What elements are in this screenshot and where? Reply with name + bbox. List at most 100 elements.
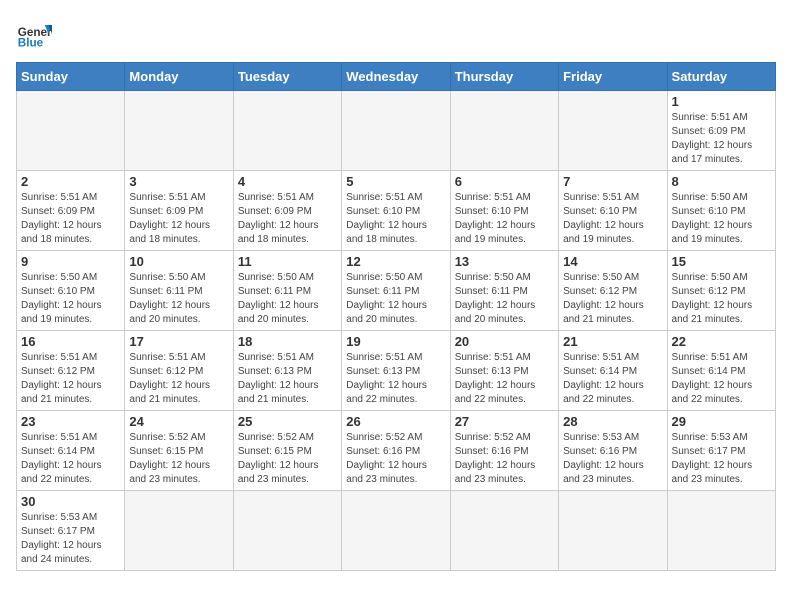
day-number: 9 <box>21 254 120 269</box>
calendar-day-cell: 20Sunrise: 5:51 AM Sunset: 6:13 PM Dayli… <box>450 331 558 411</box>
calendar-day-cell <box>233 491 341 571</box>
calendar-day-header: Wednesday <box>342 63 450 91</box>
calendar-week-row: 30Sunrise: 5:53 AM Sunset: 6:17 PM Dayli… <box>17 491 776 571</box>
calendar-day-cell: 24 Sunrise: 5:52 AM Sunset: 6:15 PM Dayli… <box>125 411 233 491</box>
day-number: 27 <box>455 414 554 429</box>
day-number: 14 <box>563 254 662 269</box>
calendar-day-cell: 22Sunrise: 5:51 AM Sunset: 6:14 PM Dayli… <box>667 331 775 411</box>
day-number: 2 <box>21 174 120 189</box>
day-number: 21 <box>563 334 662 349</box>
calendar-day-cell: 2 Sunrise: 5:51 AM Sunset: 6:09 PM Daylig… <box>17 171 125 251</box>
calendar-day-cell <box>450 91 558 171</box>
day-info: Sunrise: 5:51 AM Sunset: 6:12 PM Dayligh… <box>129 351 228 407</box>
calendar-day-cell: 16Sunrise: 5:51 AM Sunset: 6:12 PM Dayli… <box>17 331 125 411</box>
day-number: 29 <box>672 414 771 429</box>
calendar-day-cell: 6 Sunrise: 5:51 AM Sunset: 6:10 PM Daylig… <box>450 171 558 251</box>
day-info: Sunrise: 5:51 AM Sunset: 6:09 PM Dayligh… <box>238 191 337 247</box>
day-info: Sunrise: 5:52 AM Sunset: 6:16 PM Dayligh… <box>346 431 445 487</box>
calendar-day-cell: 9 Sunrise: 5:50 AM Sunset: 6:10 PM Daylig… <box>17 251 125 331</box>
logo: General Blue <box>16 16 52 52</box>
calendar-day-cell: 15Sunrise: 5:50 AM Sunset: 6:12 PM Dayli… <box>667 251 775 331</box>
day-info: Sunrise: 5:50 AM Sunset: 6:11 PM Dayligh… <box>238 271 337 327</box>
calendar-day-cell: 19 Sunrise: 5:51 AM Sunset: 6:13 PM Dayli… <box>342 331 450 411</box>
day-number: 6 <box>455 174 554 189</box>
calendar-day-cell <box>450 491 558 571</box>
calendar-day-cell <box>342 91 450 171</box>
calendar-day-cell: 1Sunrise: 5:51 AM Sunset: 6:09 PM Daylig… <box>667 91 775 171</box>
header: General Blue <box>16 16 776 52</box>
calendar-day-cell: 10 Sunrise: 5:50 AM Sunset: 6:11 PM Dayli… <box>125 251 233 331</box>
calendar-day-cell: 17 Sunrise: 5:51 AM Sunset: 6:12 PM Dayli… <box>125 331 233 411</box>
day-info: Sunrise: 5:51 AM Sunset: 6:10 PM Dayligh… <box>455 191 554 247</box>
day-number: 4 <box>238 174 337 189</box>
day-number: 12 <box>346 254 445 269</box>
calendar-day-header: Monday <box>125 63 233 91</box>
calendar-day-cell: 11 Sunrise: 5:50 AM Sunset: 6:11 PM Dayli… <box>233 251 341 331</box>
calendar-day-cell <box>559 91 667 171</box>
day-info: Sunrise: 5:51 AM Sunset: 6:13 PM Dayligh… <box>238 351 337 407</box>
calendar-day-cell: 21 Sunrise: 5:51 AM Sunset: 6:14 PM Dayli… <box>559 331 667 411</box>
day-info: Sunrise: 5:51 AM Sunset: 6:14 PM Dayligh… <box>672 351 771 407</box>
day-number: 24 <box>129 414 228 429</box>
day-info: Sunrise: 5:53 AM Sunset: 6:17 PM Dayligh… <box>672 431 771 487</box>
svg-text:Blue: Blue <box>18 37 44 50</box>
calendar-day-header: Sunday <box>17 63 125 91</box>
day-number: 10 <box>129 254 228 269</box>
calendar-day-header: Tuesday <box>233 63 341 91</box>
day-number: 23 <box>21 414 120 429</box>
calendar-day-cell <box>667 491 775 571</box>
calendar-week-row: 9 Sunrise: 5:50 AM Sunset: 6:10 PM Daylig… <box>17 251 776 331</box>
day-number: 7 <box>563 174 662 189</box>
day-number: 1 <box>672 94 771 109</box>
day-info: Sunrise: 5:50 AM Sunset: 6:11 PM Dayligh… <box>346 271 445 327</box>
calendar-day-cell: 3 Sunrise: 5:51 AM Sunset: 6:09 PM Daylig… <box>125 171 233 251</box>
calendar-day-cell: 5 Sunrise: 5:51 AM Sunset: 6:10 PM Daylig… <box>342 171 450 251</box>
calendar-day-cell: 4 Sunrise: 5:51 AM Sunset: 6:09 PM Daylig… <box>233 171 341 251</box>
day-info: Sunrise: 5:50 AM Sunset: 6:10 PM Dayligh… <box>21 271 120 327</box>
day-info: Sunrise: 5:50 AM Sunset: 6:11 PM Dayligh… <box>455 271 554 327</box>
calendar-header-row: SundayMondayTuesdayWednesdayThursdayFrid… <box>17 63 776 91</box>
day-info: Sunrise: 5:50 AM Sunset: 6:11 PM Dayligh… <box>129 271 228 327</box>
calendar-day-cell: 28Sunrise: 5:53 AM Sunset: 6:16 PM Dayli… <box>559 411 667 491</box>
day-info: Sunrise: 5:51 AM Sunset: 6:09 PM Dayligh… <box>21 191 120 247</box>
calendar-day-cell: 12 Sunrise: 5:50 AM Sunset: 6:11 PM Dayli… <box>342 251 450 331</box>
calendar-day-cell: 8Sunrise: 5:50 AM Sunset: 6:10 PM Daylig… <box>667 171 775 251</box>
calendar-day-cell: 23Sunrise: 5:51 AM Sunset: 6:14 PM Dayli… <box>17 411 125 491</box>
day-info: Sunrise: 5:51 AM Sunset: 6:14 PM Dayligh… <box>563 351 662 407</box>
day-number: 11 <box>238 254 337 269</box>
day-info: Sunrise: 5:50 AM Sunset: 6:12 PM Dayligh… <box>672 271 771 327</box>
calendar-day-cell: 30Sunrise: 5:53 AM Sunset: 6:17 PM Dayli… <box>17 491 125 571</box>
day-info: Sunrise: 5:50 AM Sunset: 6:12 PM Dayligh… <box>563 271 662 327</box>
calendar-day-header: Saturday <box>667 63 775 91</box>
calendar-week-row: 1Sunrise: 5:51 AM Sunset: 6:09 PM Daylig… <box>17 91 776 171</box>
calendar-day-cell <box>342 491 450 571</box>
day-info: Sunrise: 5:51 AM Sunset: 6:13 PM Dayligh… <box>346 351 445 407</box>
day-number: 17 <box>129 334 228 349</box>
day-number: 5 <box>346 174 445 189</box>
calendar-day-cell: 25Sunrise: 5:52 AM Sunset: 6:15 PM Dayli… <box>233 411 341 491</box>
calendar-table: SundayMondayTuesdayWednesdayThursdayFrid… <box>16 62 776 571</box>
calendar-day-cell: 7 Sunrise: 5:51 AM Sunset: 6:10 PM Daylig… <box>559 171 667 251</box>
day-number: 16 <box>21 334 120 349</box>
day-info: Sunrise: 5:51 AM Sunset: 6:10 PM Dayligh… <box>346 191 445 247</box>
calendar-day-cell: 26 Sunrise: 5:52 AM Sunset: 6:16 PM Dayli… <box>342 411 450 491</box>
day-info: Sunrise: 5:52 AM Sunset: 6:16 PM Dayligh… <box>455 431 554 487</box>
day-number: 26 <box>346 414 445 429</box>
calendar-day-cell: 27 Sunrise: 5:52 AM Sunset: 6:16 PM Dayli… <box>450 411 558 491</box>
calendar-week-row: 2 Sunrise: 5:51 AM Sunset: 6:09 PM Daylig… <box>17 171 776 251</box>
calendar-day-cell <box>559 491 667 571</box>
calendar-week-row: 16 Sunrise: 5:51 AM Sunset: 6:12 PM Dayli… <box>17 331 776 411</box>
day-info: Sunrise: 5:52 AM Sunset: 6:15 PM Dayligh… <box>129 431 228 487</box>
day-info: Sunrise: 5:51 AM Sunset: 6:10 PM Dayligh… <box>563 191 662 247</box>
day-number: 3 <box>129 174 228 189</box>
day-number: 18 <box>238 334 337 349</box>
calendar-week-row: 23Sunrise: 5:51 AM Sunset: 6:14 PM Dayli… <box>17 411 776 491</box>
day-number: 30 <box>21 494 120 509</box>
day-number: 13 <box>455 254 554 269</box>
day-info: Sunrise: 5:50 AM Sunset: 6:10 PM Dayligh… <box>672 191 771 247</box>
day-number: 25 <box>238 414 337 429</box>
day-info: Sunrise: 5:51 AM Sunset: 6:13 PM Dayligh… <box>455 351 554 407</box>
day-number: 19 <box>346 334 445 349</box>
day-info: Sunrise: 5:51 AM Sunset: 6:09 PM Dayligh… <box>129 191 228 247</box>
calendar-day-header: Thursday <box>450 63 558 91</box>
